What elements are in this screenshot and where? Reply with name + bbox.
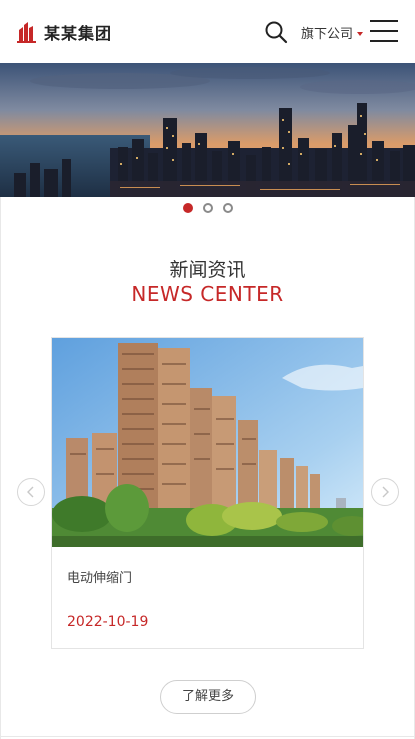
building-logo-icon [17, 22, 36, 43]
search-icon[interactable] [264, 20, 288, 44]
caret-down-icon [357, 31, 364, 36]
news-title[interactable]: 电动伸缩门 [67, 567, 132, 586]
frame-left-border [0, 197, 1, 739]
news-date: 2022-10-19 [67, 614, 149, 630]
carousel-dot-3[interactable] [222, 203, 233, 213]
news-image [52, 338, 363, 547]
learn-more-button[interactable]: 了解更多 [160, 680, 256, 714]
section-subtitle: NEWS CENTER [131, 282, 284, 306]
news-card[interactable]: 电动伸缩门 2022-10-19 [51, 337, 364, 649]
header: 某某集团 旗下公司 [0, 0, 415, 63]
chevron-right-icon[interactable] [371, 478, 399, 506]
brand-logo[interactable]: 某某集团 [16, 20, 112, 44]
brand-name: 某某集团 [44, 24, 113, 43]
company-dropdown-label: 旗下公司 [301, 27, 354, 42]
company-dropdown[interactable]: 旗下公司 [301, 23, 364, 42]
section-title: 新闻资讯 [169, 259, 246, 281]
hamburger-menu-icon[interactable] [370, 20, 398, 42]
page: 某某集团 旗下公司 新闻资讯 NEWS CENTER 电动伸缩门 2022-10… [0, 0, 415, 739]
carousel-dot-1[interactable] [182, 203, 193, 213]
banner-slide[interactable] [0, 63, 415, 197]
city-skyline-image [0, 63, 415, 197]
carousel-pagination [0, 203, 415, 213]
carousel-dot-2[interactable] [202, 203, 213, 213]
chevron-left-icon[interactable] [17, 478, 45, 506]
frame-bottom-border [0, 736, 415, 737]
